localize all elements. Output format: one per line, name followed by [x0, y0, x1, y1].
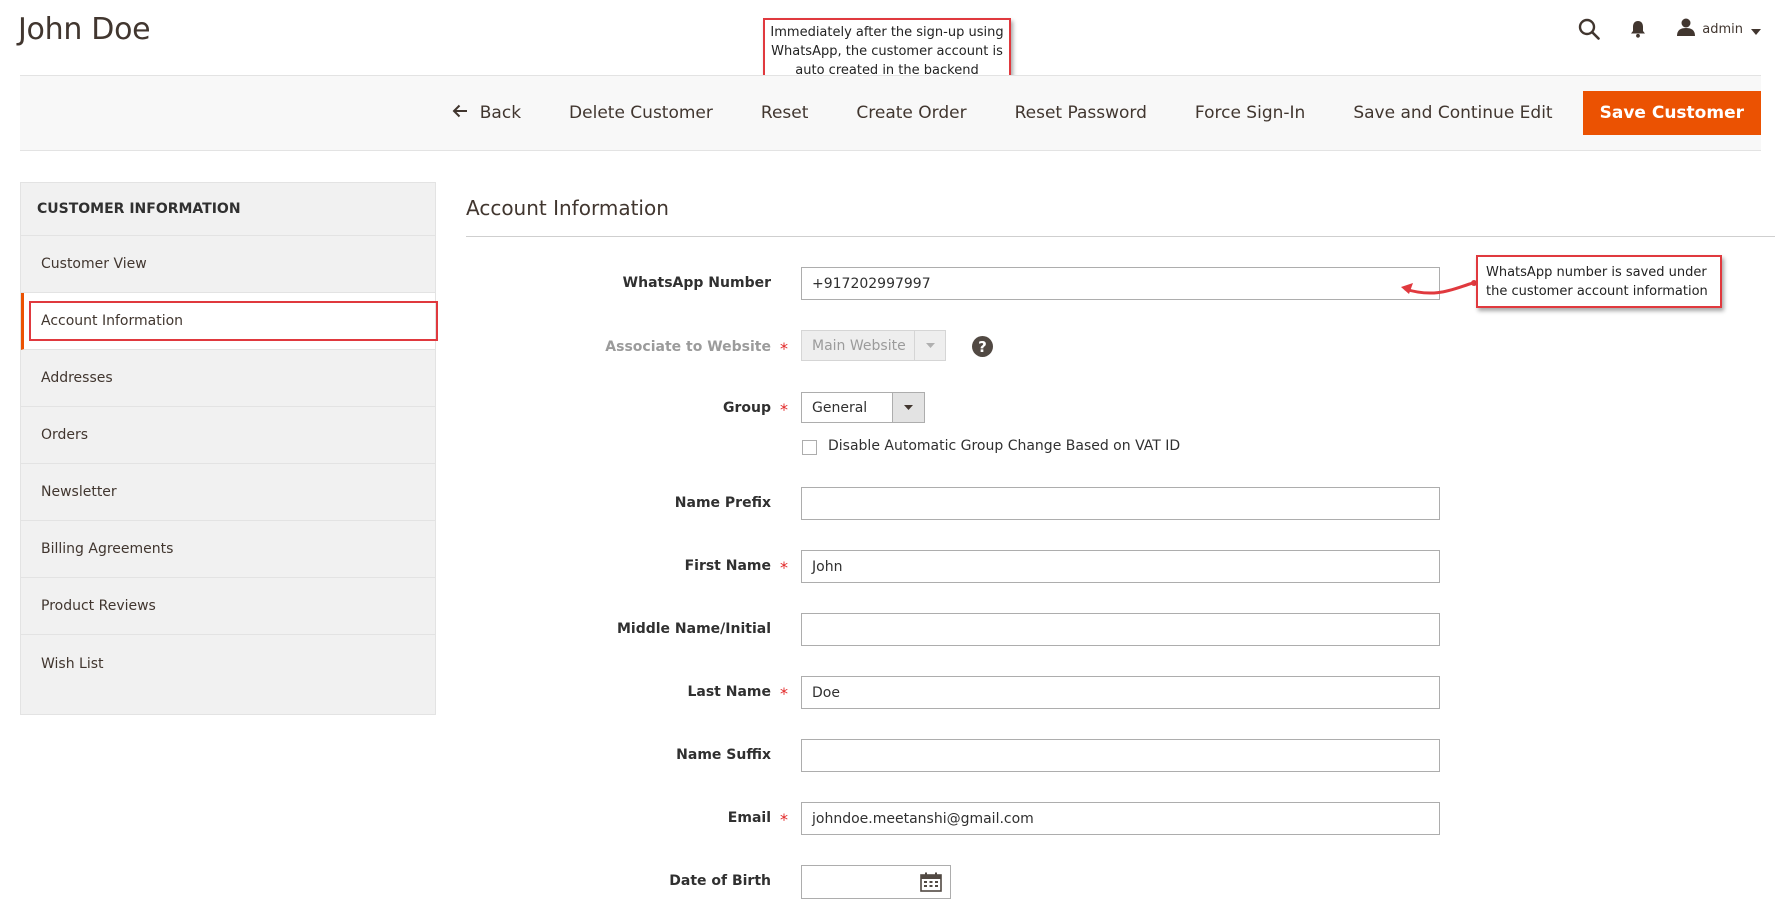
sidebar-item-newsletter[interactable]: Newsletter [21, 464, 435, 521]
highlight-box [29, 301, 438, 341]
sidebar-item-billing-agreements[interactable]: Billing Agreements [21, 521, 435, 578]
sidebar-item-product-reviews[interactable]: Product Reviews [21, 578, 435, 635]
user-name: admin [1702, 21, 1743, 37]
name-prefix-input[interactable] [801, 487, 1440, 520]
whatsapp-input[interactable]: +917202997997 [801, 267, 1440, 300]
required-marker: * [780, 339, 788, 358]
reset-password-button[interactable]: Reset Password [991, 91, 1171, 135]
sidebar-item-label: Billing Agreements [41, 541, 174, 557]
sidebar-title: CUSTOMER INFORMATION [21, 183, 435, 236]
header-tools: admin [1574, 14, 1761, 44]
help-icon[interactable]: ? [972, 336, 993, 357]
required-marker: * [780, 810, 788, 829]
section-divider [466, 236, 1775, 237]
website-select: Main Website [801, 330, 946, 361]
email-input[interactable]: johndoe.meetanshi@gmail.com [801, 802, 1440, 835]
last-name-label: Last Name [687, 684, 771, 700]
sidebar-item-addresses[interactable]: Addresses [21, 350, 435, 407]
force-signin-button[interactable]: Force Sign-In [1171, 91, 1329, 135]
dob-input[interactable] [801, 865, 951, 899]
required-marker: * [780, 684, 788, 703]
callout-arrow [1401, 280, 1477, 295]
chevron-down-icon [914, 331, 945, 360]
last-name-input[interactable]: Doe [801, 676, 1440, 709]
back-label: Back [479, 103, 522, 123]
sidebar-item-wish-list[interactable]: Wish List [21, 635, 435, 692]
sidebar-item-label: Orders [41, 427, 89, 443]
disable-vat-checkbox[interactable] [802, 440, 817, 455]
website-label: Associate to Website [605, 339, 771, 355]
sidebar-item-label: Newsletter [41, 484, 117, 500]
name-suffix-input[interactable] [801, 739, 1440, 772]
customer-sidebar: CUSTOMER INFORMATION Customer View Accou… [20, 182, 438, 715]
first-name-input[interactable]: John [801, 550, 1440, 583]
bell-icon[interactable] [1626, 14, 1650, 44]
disable-vat-label: Disable Automatic Group Change Based on … [828, 438, 1181, 454]
callout-whatsapp-note: WhatsApp number is saved under the custo… [1476, 255, 1722, 308]
delete-customer-button[interactable]: Delete Customer [545, 91, 737, 135]
chevron-down-icon [892, 393, 924, 422]
name-prefix-label: Name Prefix [674, 495, 771, 511]
reset-button[interactable]: Reset [737, 91, 833, 135]
sidebar-item-label: Customer View [41, 256, 147, 272]
website-value: Main Website [812, 337, 906, 354]
chevron-down-icon [1751, 20, 1761, 39]
sidebar-item-label: Addresses [41, 370, 113, 386]
middle-name-label: Middle Name/Initial [616, 621, 771, 637]
group-value: General [812, 399, 868, 416]
user-menu[interactable]: admin [1676, 14, 1761, 44]
user-icon [1676, 18, 1696, 40]
section-title: Account Information [466, 196, 669, 220]
dob-label: Date of Birth [669, 873, 771, 889]
first-name-label: First Name [684, 558, 771, 574]
save-customer-button[interactable]: Save Customer [1582, 91, 1761, 135]
required-marker: * [780, 558, 788, 577]
page-title: John Doe [18, 12, 151, 47]
sidebar-item-label: Product Reviews [41, 598, 156, 614]
page-actions: Back Delete Customer Reset Create Order … [428, 91, 1761, 135]
name-suffix-label: Name Suffix [676, 747, 771, 763]
sidebar-item-label: Wish List [41, 655, 104, 672]
sidebar-item-account-information[interactable]: Account Information [21, 293, 438, 350]
callout-signup-note: Immediately after the sign-up using What… [763, 18, 1011, 82]
calendar-icon[interactable] [920, 872, 942, 896]
email-label: Email [727, 810, 771, 826]
group-label: Group [722, 400, 771, 416]
whatsapp-label: WhatsApp Number [622, 275, 771, 291]
page-actions-bar: Back Delete Customer Reset Create Order … [20, 75, 1761, 151]
arrow-left-icon [452, 103, 480, 123]
sidebar-item-orders[interactable]: Orders [21, 407, 435, 464]
group-select[interactable]: General [801, 392, 925, 423]
back-button[interactable]: Back [428, 91, 545, 135]
create-order-button[interactable]: Create Order [832, 91, 990, 135]
middle-name-input[interactable] [801, 613, 1440, 646]
search-icon[interactable] [1574, 14, 1604, 44]
sidebar-item-customer-view[interactable]: Customer View [21, 236, 435, 293]
save-continue-button[interactable]: Save and Continue Edit [1329, 91, 1576, 135]
required-marker: * [780, 400, 788, 419]
